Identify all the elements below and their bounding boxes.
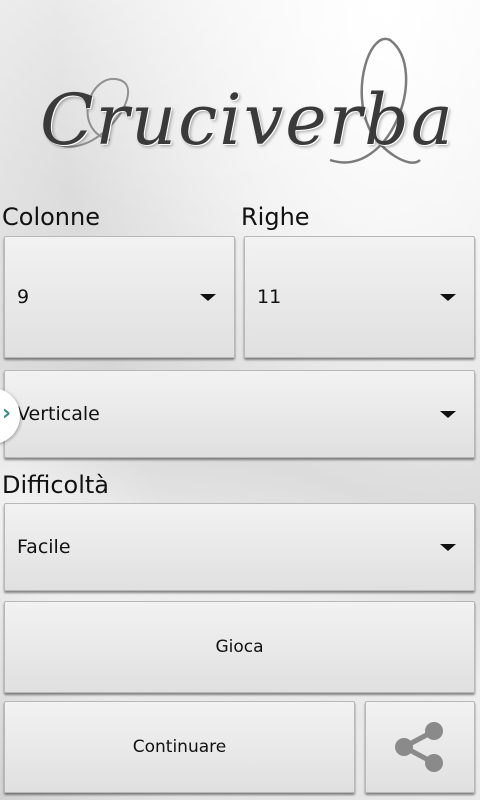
difficulty-spinner-value: Facile	[17, 536, 71, 558]
rows-spinner-value: 11	[257, 286, 282, 308]
caret-down-icon	[440, 411, 456, 418]
orientation-spinner-value: Verticale	[17, 403, 100, 425]
app-logo: Cruciverba	[40, 79, 455, 161]
share-button[interactable]	[365, 701, 475, 793]
share-icon	[395, 722, 443, 772]
continue-button-label: Continuare	[132, 737, 227, 757]
play-button[interactable]: Gioca	[4, 601, 475, 693]
columns-spinner[interactable]: 9	[4, 236, 235, 358]
play-button-label: Gioca	[215, 637, 264, 657]
columns-spinner-value: 9	[17, 286, 30, 308]
caret-down-icon	[200, 294, 216, 301]
caret-down-icon	[440, 544, 456, 551]
difficulty-spinner[interactable]: Facile	[4, 503, 475, 591]
chevron-right-icon: ›	[2, 401, 12, 426]
continue-button[interactable]: Continuare	[4, 701, 355, 793]
caret-down-icon	[440, 294, 456, 301]
columns-label: Colonne	[2, 203, 100, 231]
orientation-spinner[interactable]: Verticale	[4, 370, 475, 458]
difficulty-label: Difficoltà	[2, 471, 110, 499]
rows-label: Righe	[241, 203, 310, 231]
rows-spinner[interactable]: 11	[244, 236, 475, 358]
